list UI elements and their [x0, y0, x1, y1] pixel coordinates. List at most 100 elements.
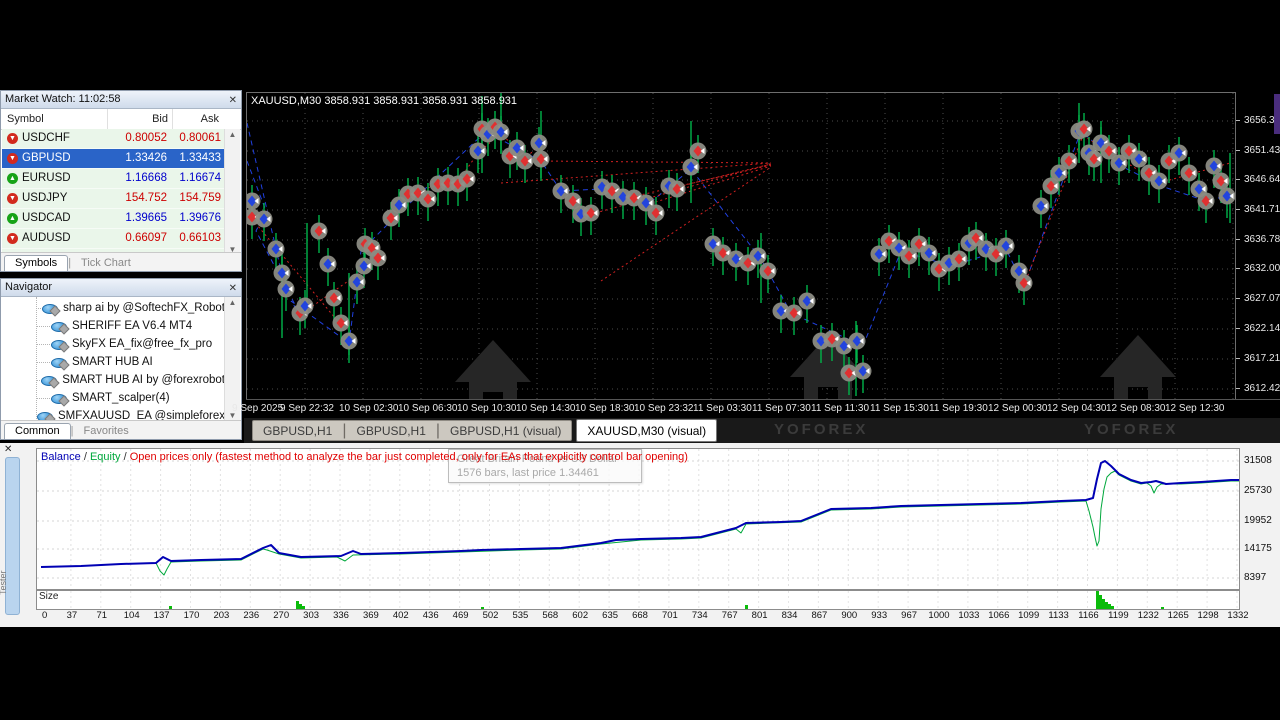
buy-trade-marker	[470, 143, 487, 160]
price-tick	[1236, 209, 1240, 210]
tab-tick-chart[interactable]: Tick Chart	[71, 256, 141, 271]
sell-trade-marker	[690, 143, 707, 160]
price-axis[interactable]: 3656.3603651.4303646.6453641.7153636.785…	[1240, 90, 1280, 400]
legend-equity: Equity	[90, 451, 121, 463]
time-axis[interactable]: 9 Sep 20259 Sep 22:3210 Sep 02:3010 Sep …	[246, 399, 1280, 418]
buy-trade-marker	[247, 193, 261, 210]
tester-y-label: 14175	[1244, 543, 1272, 554]
market-watch-row[interactable]: ▼USDJPY154.752154.759	[2, 189, 225, 209]
tester-x-label: 1099	[1018, 610, 1039, 621]
tester-x-label: 1000	[928, 610, 949, 621]
bid-cell: 0.80052	[106, 129, 171, 148]
price-label: 3636.785	[1244, 234, 1280, 245]
price-label: 3632.000	[1244, 263, 1280, 274]
expert-advisor-icon	[41, 374, 58, 387]
sell-trade-marker	[1061, 153, 1078, 170]
tester-x-label: 834	[782, 610, 798, 621]
close-icon[interactable]: ✕	[4, 444, 12, 455]
tester-x-label: 1232	[1138, 610, 1159, 621]
scroll-up-icon[interactable]: ▲	[225, 130, 240, 139]
tester-x-label: 668	[632, 610, 648, 621]
sell-trade-marker	[1016, 275, 1033, 292]
market-watch-row[interactable]: ▲USDCAD1.396651.39676	[2, 209, 225, 229]
market-watch-titlebar[interactable]: Market Watch: 11:02:58 ✕	[1, 91, 241, 109]
tester-x-label: 469	[453, 610, 469, 621]
symbol-cell: ▲EURUSD	[2, 169, 106, 188]
chart-tab-bar: GBPUSD,H1|GBPUSD,H1|GBPUSD,H1 (visual)XA…	[244, 418, 1280, 443]
tree-guide-line	[36, 297, 37, 421]
sell-trade-marker	[1086, 151, 1103, 168]
tester-panel: ✕ Tester Balance / Equity / Open prices …	[0, 443, 1280, 627]
tester-x-label: 1166	[1078, 610, 1098, 621]
buy-trade-marker	[855, 363, 872, 380]
price-tick	[1236, 239, 1240, 240]
chart-tab-active[interactable]: XAUUSD,M30 (visual)	[576, 419, 717, 442]
tester-x-label: 1265	[1168, 610, 1189, 621]
chart-tab[interactable]: GBPUSD,H1	[347, 424, 436, 438]
sell-trade-marker	[1213, 173, 1230, 190]
column-symbol[interactable]: Symbol	[1, 109, 108, 129]
market-watch-row[interactable]: ▼AUDUSD0.660970.66103	[2, 229, 225, 249]
tester-x-axis: 0377110413717020323627030333636940243646…	[36, 610, 1238, 623]
price-label: 3627.070	[1244, 293, 1280, 304]
price-label: 3612.425	[1244, 383, 1280, 394]
arrow-down-icon: ▼	[7, 233, 18, 244]
tab-symbols[interactable]: Symbols	[4, 255, 68, 271]
ask-cell: 1.39676	[171, 209, 225, 228]
column-bid[interactable]: Bid	[108, 109, 173, 129]
tester-x-label: 701	[662, 610, 678, 621]
market-watch-row[interactable]: ▼GBPUSD1.334261.33433	[2, 149, 225, 169]
tester-x-label: 867	[811, 610, 827, 621]
tester-x-label: 1199	[1108, 610, 1128, 621]
close-icon[interactable]: ✕	[229, 280, 237, 297]
yoforex-watermark-logo	[455, 340, 531, 399]
arrow-down-icon: ▼	[7, 133, 18, 144]
sell-trade-marker	[951, 251, 968, 268]
symbol-cell: ▼USDCHF	[2, 129, 106, 148]
tab-favorites[interactable]: Favorites	[73, 424, 138, 439]
chart-tab[interactable]: GBPUSD,H1 (visual)	[440, 424, 571, 438]
inactive-chart-tabs: GBPUSD,H1|GBPUSD,H1|GBPUSD,H1 (visual)	[252, 420, 572, 441]
tester-x-label: 303	[303, 610, 319, 621]
tester-y-label: 25730	[1244, 485, 1272, 496]
time-label: 11 Sep 03:30	[693, 403, 752, 414]
price-label: 3651.430	[1244, 145, 1280, 156]
tester-size-graph[interactable]	[36, 590, 1240, 610]
market-watch-row[interactable]: ▼USDCHF0.800520.80061	[2, 129, 225, 149]
legend-separator: /	[81, 451, 90, 463]
time-label: 11 Sep 07:30	[752, 403, 811, 414]
arrow-up-icon: ▲	[7, 213, 18, 224]
arrow-down-icon: ▼	[7, 193, 18, 204]
bid-cell: 1.16668	[106, 169, 171, 188]
price-label: 3641.715	[1244, 204, 1280, 215]
buy-trade-marker	[268, 241, 285, 258]
symbol-cell: ▼USDJPY	[2, 189, 106, 208]
navigator-titlebar[interactable]: Navigator ✕	[1, 279, 241, 297]
tab-common[interactable]: Common	[4, 423, 71, 439]
ask-cell: 154.759	[171, 189, 225, 208]
time-label: 12 Sep 00:30	[988, 403, 1048, 414]
tester-x-label: 0	[42, 610, 47, 621]
legend-separator: /	[121, 451, 130, 463]
yoforex-watermark-text: YOFOREX	[1084, 421, 1178, 438]
price-label: 3622.140	[1244, 323, 1280, 334]
sell-trade-marker	[420, 191, 437, 208]
buy-trade-marker	[1219, 188, 1236, 205]
buy-trade-marker	[531, 135, 548, 152]
chart-tab[interactable]: GBPUSD,H1	[253, 424, 342, 438]
scroll-up-icon[interactable]: ▲	[225, 298, 240, 307]
navigator-tabs: Common|Favorites	[1, 420, 241, 439]
close-icon[interactable]: ✕	[229, 92, 237, 109]
market-watch-row[interactable]: ▲EURUSD1.166681.16674	[2, 169, 225, 189]
price-chart[interactable]: XAUUSD,M30 3858.931 3858.931 3858.931 38…	[246, 92, 1236, 400]
expert-advisor-icon	[51, 320, 68, 333]
market-watch-scrollbar[interactable]: ▲ ▼	[224, 129, 240, 255]
size-graph-label: Size	[39, 591, 58, 602]
expert-advisor-icon	[51, 392, 68, 405]
mt4-window: Market Watch: 11:02:58 ✕ Symbol Bid Ask …	[0, 0, 1280, 720]
tester-x-label: 1033	[958, 610, 979, 621]
tester-x-label: 933	[871, 610, 887, 621]
expert-advisor-icon	[51, 338, 68, 351]
column-ask[interactable]: Ask	[173, 109, 223, 129]
bid-cell: 0.66097	[106, 229, 171, 248]
